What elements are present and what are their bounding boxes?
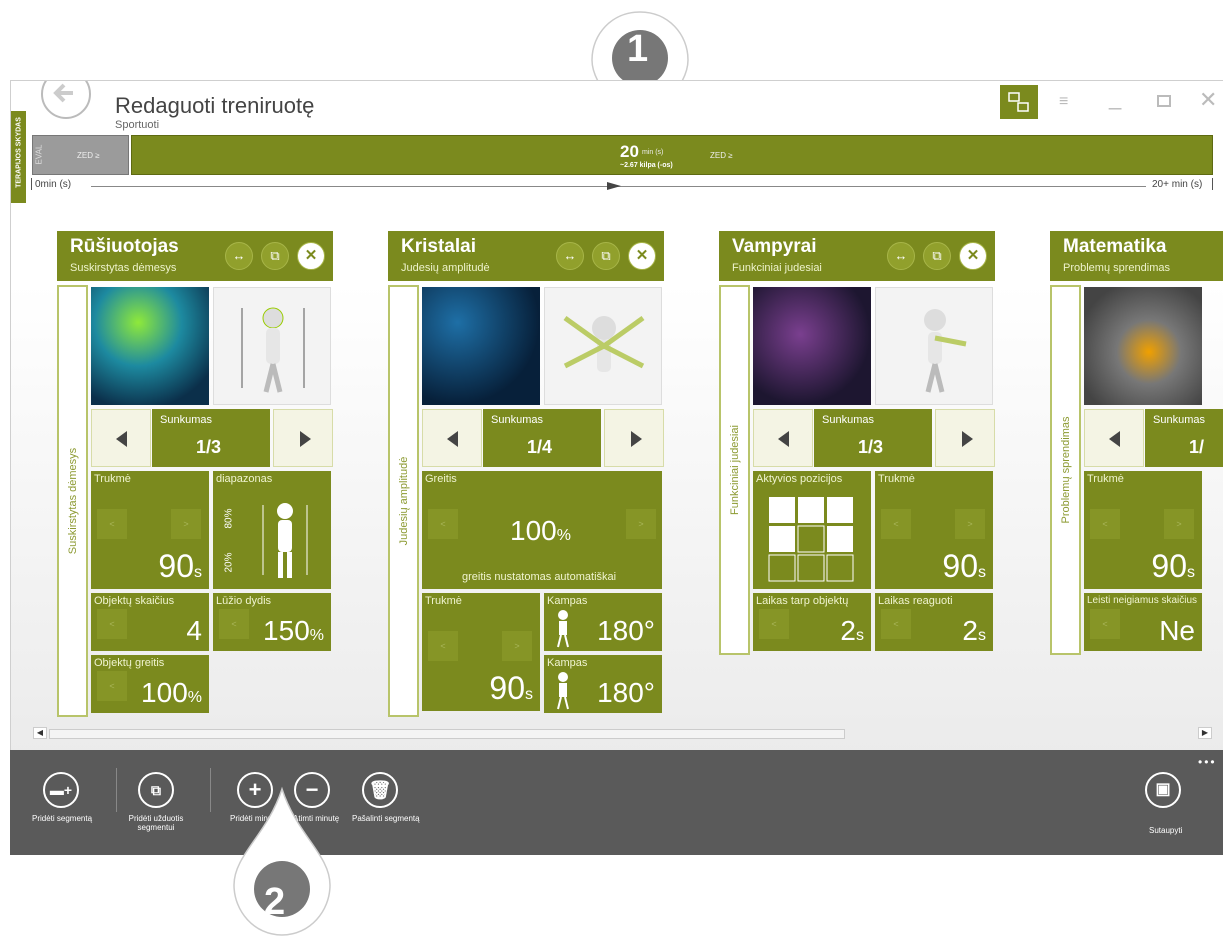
movement-figure-image [875,287,993,405]
close-card-icon[interactable]: ✕ [628,242,656,270]
duration-tile[interactable]: Trukmė < >90s [875,471,993,589]
timeline-end-tick [1212,178,1213,190]
settings-sliders-icon[interactable]: ≡ [1059,93,1068,111]
difficulty-prev-button[interactable] [753,409,813,467]
swap-icon[interactable]: ↔ [887,242,915,270]
timeline-start: 0min (s) [35,179,72,190]
speed-tile[interactable]: Greitis < > 100% greitis nustatomas automa… [422,471,662,589]
object-speed-tile[interactable]: Objektų greitis <100% [91,655,209,713]
duration-tile[interactable]: Trukmė < >90s [1084,471,1202,589]
swap-icon[interactable]: ↔ [556,242,584,270]
swap-icon[interactable]: ↔ [225,242,253,270]
card-kristalai-header: Kristalai Judesių amplitudė ↔ ⧉ ✕ [388,231,664,281]
add-tasks-button[interactable]: ⧉ [138,772,174,808]
difficulty-prev-button[interactable] [91,409,151,467]
add-segment-label: Pridėti segmentą [32,814,93,823]
scroll-right-button[interactable]: ▶ [1198,727,1212,739]
game-image-matematika [1084,287,1202,405]
copy-icon[interactable]: ⧉ [923,242,951,270]
difficulty-display: Sunkumas 1/3 [152,409,270,467]
difficulty-display: Sunkumas 1/4 [483,409,601,467]
card-side-label: Funkciniai judesiai [719,285,750,655]
timeline-end: 20+ min (s) [1152,179,1203,190]
card-side-label: Problemų sprendimas [1050,285,1081,655]
difficulty-prev-button[interactable] [422,409,482,467]
difficulty-next-button[interactable] [604,409,664,467]
back-arrow-icon [53,83,73,103]
horizontal-scrollbar-thumb[interactable] [49,729,845,739]
figure-icon [557,672,569,710]
position-grid-icon [768,497,854,582]
add-tasks-label: Pridėti užduotis segmentui [128,814,184,832]
display-mode-button[interactable] [1000,85,1038,119]
break-size-tile[interactable]: Lūžio dydis <150% [213,593,331,651]
add-tasks-icon: ⧉ [151,782,161,798]
difficulty-prev-button[interactable] [1084,409,1144,467]
object-count-tile[interactable]: Objektų skaičius <4 [91,593,209,651]
duration-tile[interactable]: Trukmė < >90s [91,471,209,589]
page-subtitle: Sportuoti [115,119,160,131]
more-options-icon[interactable]: ••• [1198,755,1217,769]
scroll-left-button[interactable]: ◀ [33,727,47,739]
delete-segment-button[interactable]: 🗑 [362,772,398,808]
add-segment-button[interactable]: ▬+ [43,772,79,808]
movement-figure-image [544,287,662,405]
bottom-toolbar: ▬+ Pridėti segmentą ⧉ Pridėti užduotis s… [10,750,1223,855]
game-image-rusiuotojas [91,287,209,405]
monitor-icon [1008,92,1029,112]
range-tile[interactable]: diapazonas 80% 20% [213,471,331,589]
page-title: Redaguoti treniruotę [115,93,315,118]
reaction-time-tile[interactable]: Laikas reaguoti <2s [875,593,993,651]
figure-icon [262,503,308,578]
delete-segment-label: Pašalinti segmentą [352,814,420,823]
game-image-vampyrai [753,287,871,405]
copy-icon[interactable]: ⧉ [261,242,289,270]
timeline-main-segment[interactable]: 20 min (s) ~2.67 kilpa (-os) ZED ≥ [131,135,1213,175]
toolbar-divider [210,768,211,812]
callout-number-1: 1 [627,28,649,70]
back-button[interactable] [41,81,91,119]
difficulty-next-button[interactable] [935,409,995,467]
card-side-label: Judesių amplitudė [388,285,419,717]
toolbar-divider [116,768,117,812]
timeline-start-tick [31,178,32,190]
save-label: Sutaupyti [1149,826,1183,835]
difficulty-next-button[interactable] [273,409,333,467]
floppy-disk-icon: ▣ [1155,781,1171,798]
time-between-objects-tile[interactable]: Laikas tarp objektų <2s [753,593,871,651]
card-side-label: Suskirstytas dėmesys [57,285,88,717]
close-card-icon[interactable]: ✕ [959,242,987,270]
save-button[interactable]: ▣ [1145,772,1181,808]
trash-icon: 🗑 [368,780,392,800]
card-vampyrai-header: Vampyrai Funkciniai judesiai ↔ ⧉ ✕ [719,231,995,281]
copy-icon[interactable]: ⧉ [592,242,620,270]
close-card-icon[interactable]: ✕ [297,242,325,270]
therapy-panel-tab[interactable]: TERAPIJOS SKYDAS [11,111,26,203]
maximize-icon[interactable] [1157,95,1171,107]
timeline-eval-segment[interactable]: EVAL ZED ≥ [32,135,129,175]
angle-tile[interactable]: Kampas 180° [544,655,662,713]
add-segment-icon: ▬+ [49,782,73,798]
game-image-kristalai [422,287,540,405]
movement-figure-image [213,287,331,405]
difficulty-display: Sunkumas 1/ [1145,409,1223,467]
minimize-icon[interactable]: _ [1109,85,1121,111]
negative-numbers-tile[interactable]: Leisti neigiamus skaičius < Ne [1084,593,1202,651]
close-icon[interactable]: ✕ [1199,87,1217,113]
callout-number-2: 2 [264,881,286,923]
difficulty-display: Sunkumas 1/3 [814,409,932,467]
card-matematika-header: Matematika Problemų sprendimas [1050,231,1223,281]
timeline-play-marker[interactable] [607,182,621,190]
duration-tile[interactable]: Trukmė < >90s [422,593,540,711]
active-positions-tile[interactable]: Aktyvios pozicijos [753,471,871,589]
app-window: TERAPIJOS SKYDAS Redaguoti treniruotę Sp… [10,80,1223,755]
figure-icon [557,610,569,648]
angle-tile[interactable]: Kampas 180° [544,593,662,651]
card-rusiuotojas-header: Rūšiuotojas Suskirstytas dėmesys ↔ ⧉ ✕ [57,231,333,281]
